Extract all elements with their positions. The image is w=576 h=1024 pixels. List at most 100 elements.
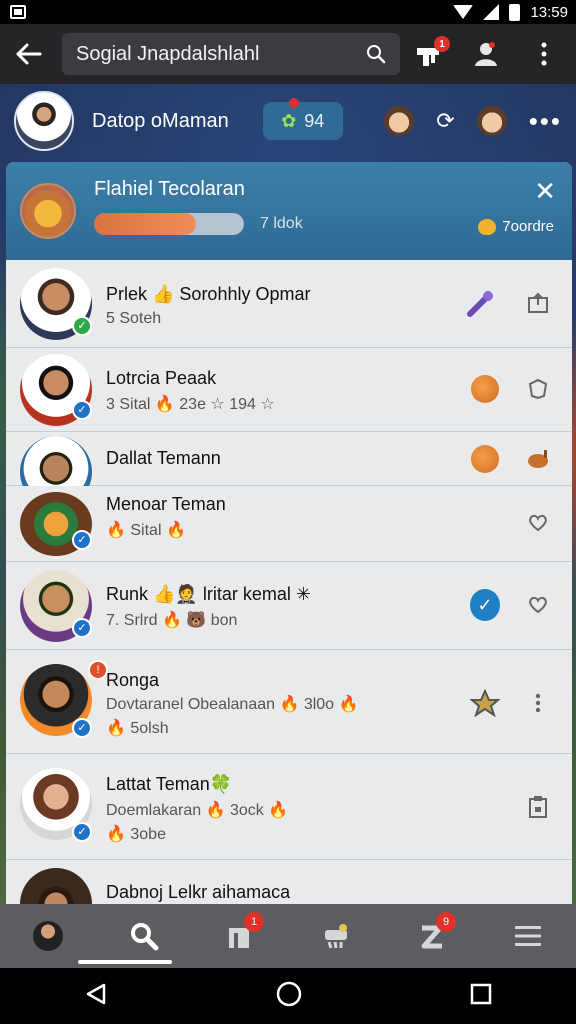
wifi-icon bbox=[453, 5, 474, 19]
row-name: Runk 👍🤵 lritar kemal ✳ bbox=[106, 584, 311, 604]
cell-signal-icon bbox=[483, 4, 500, 20]
row-subtitle: 5 Soteh bbox=[106, 310, 162, 327]
header-badge: 7oordre bbox=[478, 218, 554, 235]
leaf-icon: ✿ bbox=[281, 110, 297, 131]
profile-row: Datop oMaman ✿ 94 ⟳ ••• bbox=[0, 84, 576, 158]
card-title: Flahiel Tecolaran bbox=[94, 177, 245, 200]
row-subtitle: 🔥 Sital 🔥 bbox=[106, 522, 186, 539]
verified-badge-icon: ✓ bbox=[72, 530, 92, 550]
list-item[interactable]: ✓ Lotrcia Peaak 3 Sital 🔥 23e ☆ 194 ☆ bbox=[6, 348, 572, 432]
heart-icon[interactable] bbox=[523, 508, 553, 538]
progress-fill bbox=[94, 212, 196, 235]
nav-search[interactable] bbox=[114, 908, 174, 964]
more-vertical-icon bbox=[541, 42, 547, 66]
overflow-menu-button[interactable] bbox=[524, 34, 564, 74]
verified-badge-icon: ✓ bbox=[72, 316, 92, 336]
row-subtitle: 3 Sital 🔥 23e ☆ 194 ☆ bbox=[106, 396, 275, 413]
avatar[interactable] bbox=[14, 91, 74, 151]
coin-value: 94 bbox=[304, 110, 325, 131]
notification-badge: 1 bbox=[244, 912, 264, 932]
card-header: Flahiel Tecolaran 7 ldok ✕ 7oordre bbox=[6, 162, 572, 260]
group-avatar bbox=[20, 183, 76, 239]
friend-avatar-2[interactable] bbox=[476, 106, 507, 136]
coin-alert-dot bbox=[288, 98, 299, 108]
verified-badge-icon: ✓ bbox=[72, 822, 92, 842]
close-icon[interactable]: ✕ bbox=[534, 178, 556, 204]
share-icon[interactable] bbox=[523, 288, 553, 318]
row-subtitle-2: 🔥 3obe bbox=[106, 826, 166, 843]
list-item[interactable]: Dabnoj Lelkr aihamaca bbox=[6, 860, 572, 904]
clipboard-icon[interactable] bbox=[523, 792, 553, 822]
row-subtitle: Dovtaranel Obealanaan 🔥 3l0o 🔥 bbox=[106, 696, 359, 713]
hamburger-menu-icon bbox=[515, 926, 541, 946]
row-subtitle: Doemlakaran 🔥 3ock 🔥 bbox=[106, 802, 289, 819]
fire-badge-icon: ! bbox=[88, 660, 108, 680]
list-item[interactable]: Dallat Temann bbox=[6, 432, 572, 508]
fire-coin-icon[interactable] bbox=[470, 374, 500, 404]
avatar bbox=[33, 921, 63, 951]
row-subtitle-2: 🔥 5olsh bbox=[106, 720, 169, 737]
clock: 13:59 bbox=[530, 3, 568, 21]
header-badge-label: 7oordre bbox=[502, 218, 554, 235]
notification-badge: 9 bbox=[436, 912, 456, 932]
nav-profile[interactable] bbox=[18, 908, 78, 964]
row-name: Prlek 👍 Sorohhly Opmar bbox=[106, 284, 311, 304]
search-input[interactable]: Sogial Jnapdalshlahl bbox=[62, 33, 400, 75]
search-icon bbox=[367, 45, 386, 64]
star-icon[interactable] bbox=[470, 688, 500, 718]
verified-badge-icon: ✓ bbox=[72, 400, 92, 420]
shield-icon[interactable] bbox=[523, 374, 553, 404]
list-item[interactable]: ✓ Runk 👍🤵 lritar kemal ✳ 7. Srlrd 🔥 🐻 bo… bbox=[6, 562, 572, 650]
status-bar: 13:59 bbox=[0, 0, 576, 24]
more-vertical-icon[interactable] bbox=[523, 688, 553, 718]
search-icon bbox=[131, 923, 159, 951]
notification-badge: 1 bbox=[434, 36, 450, 52]
verified-badge-icon: ✓ bbox=[72, 618, 92, 638]
more-horizontal-icon[interactable]: ••• bbox=[529, 106, 562, 137]
game-icon bbox=[325, 924, 347, 949]
roast-icon[interactable] bbox=[523, 444, 553, 474]
back-triangle-icon[interactable] bbox=[84, 982, 108, 1011]
row-name: Dabnoj Lelkr aihamaca bbox=[106, 882, 291, 902]
list-item[interactable]: ✓ Lattat Teman🍀 Doemlakaran 🔥 3ock 🔥 🔥 3… bbox=[6, 754, 572, 860]
row-name: Dallat Temann bbox=[106, 448, 221, 468]
friends-card: Flahiel Tecolaran 7 ldok ✕ 7oordre ✓ Prl… bbox=[6, 162, 572, 904]
row-name: Ronga bbox=[106, 670, 160, 690]
recents-square-icon[interactable] bbox=[470, 983, 492, 1010]
nav-messages[interactable]: 1 bbox=[210, 908, 270, 964]
home-circle-icon[interactable] bbox=[276, 981, 302, 1012]
chicken-icon[interactable] bbox=[470, 444, 500, 474]
profile-button[interactable] bbox=[466, 34, 506, 74]
battery-icon bbox=[509, 3, 521, 21]
nav-notifications[interactable]: 9 bbox=[402, 908, 462, 964]
list-item[interactable]: ✓ Prlek 👍 Sorohhly Opmar 5 Soteh bbox=[6, 260, 572, 348]
checkmark-icon[interactable]: ✓ bbox=[470, 589, 500, 621]
gift-notifications-button[interactable]: 1 bbox=[408, 34, 450, 74]
list-item[interactable]: ✓ ! Ronga Dovtaranel Obealanaan 🔥 3l0o 🔥… bbox=[6, 650, 572, 754]
row-name: Menoar Teman bbox=[106, 494, 226, 514]
notification-icon bbox=[10, 5, 26, 19]
nav-menu[interactable] bbox=[498, 908, 558, 964]
bottom-nav: 1 9 bbox=[0, 904, 576, 968]
app-bar: Sogial Jnapdalshlahl 1 bbox=[0, 24, 576, 84]
search-text: Sogial Jnapdalshlahl bbox=[76, 42, 260, 65]
row-name: Lattat Teman🍀 bbox=[106, 774, 233, 794]
list-item[interactable]: ✓ Menoar Teman 🔥 Sital 🔥 bbox=[6, 486, 572, 562]
progress-label: 7 ldok bbox=[260, 214, 303, 232]
heart-icon[interactable] bbox=[523, 590, 553, 620]
row-name: Lotrcia Peaak bbox=[106, 368, 217, 388]
nav-games[interactable] bbox=[306, 908, 366, 964]
verified-badge-icon: ✓ bbox=[72, 718, 92, 738]
avatar bbox=[20, 868, 92, 904]
back-arrow-icon[interactable] bbox=[12, 37, 46, 71]
system-nav-bar bbox=[0, 968, 576, 1024]
duck-icon bbox=[478, 218, 497, 235]
coin-balance-button[interactable]: ✿ 94 bbox=[262, 98, 343, 140]
person-icon bbox=[475, 42, 497, 66]
row-subtitle: 7. Srlrd 🔥 🐻 bon bbox=[106, 612, 238, 629]
active-tab-indicator bbox=[78, 960, 172, 964]
friend-avatar-1[interactable] bbox=[384, 106, 415, 136]
progress-bar bbox=[94, 212, 244, 235]
refresh-icon[interactable]: ⟳ bbox=[436, 108, 454, 134]
magic-wand-icon[interactable] bbox=[466, 288, 496, 318]
